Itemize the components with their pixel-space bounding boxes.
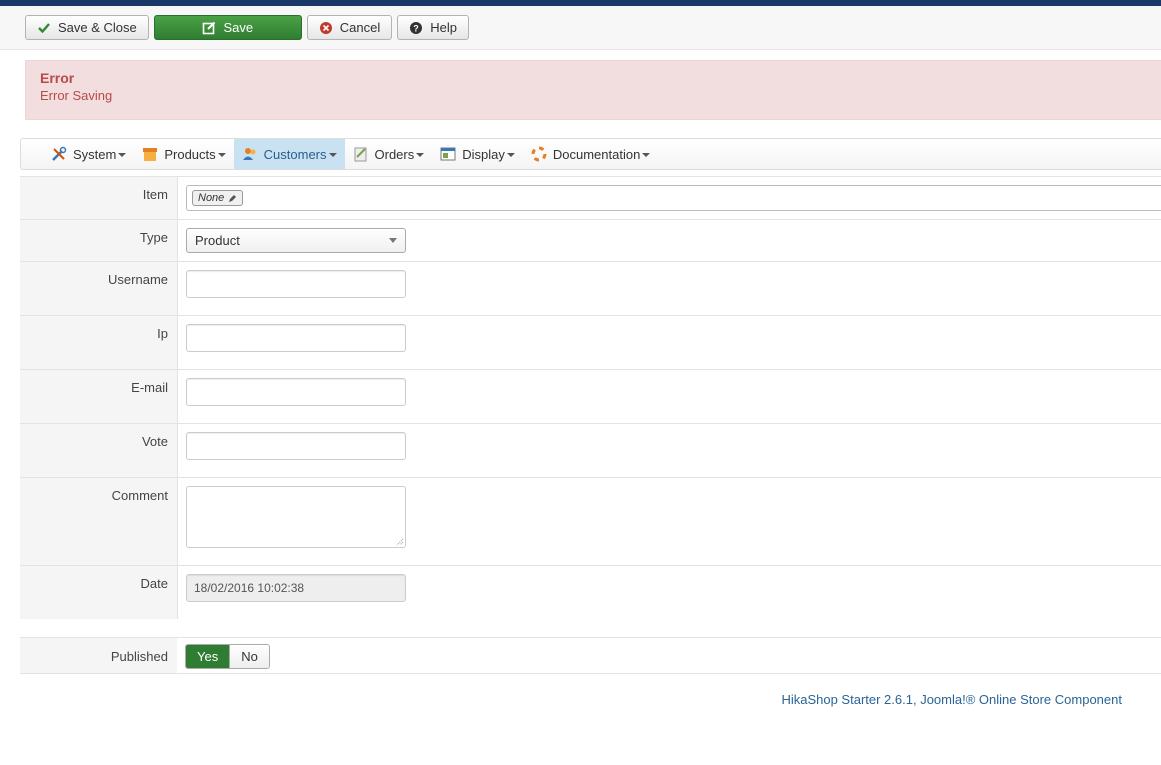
email-label: E-mail [20, 370, 177, 423]
footer-link[interactable]: HikaShop Starter 2.6.1, Joomla!® Online … [781, 692, 1122, 707]
comment-field-cell [177, 478, 1161, 565]
comment-textarea[interactable] [186, 486, 406, 548]
type-value: Product [195, 233, 240, 248]
cancel-button[interactable]: Cancel [306, 15, 393, 40]
chevron-down-icon [416, 152, 425, 157]
menu-item-display[interactable]: Display [432, 139, 523, 169]
menu-item-products[interactable]: Products [134, 139, 233, 169]
email-input[interactable] [186, 378, 406, 406]
orders-icon [354, 147, 367, 162]
comment-row: Comment [20, 477, 1161, 565]
published-yes-button[interactable]: Yes [186, 645, 230, 668]
display-icon [440, 147, 456, 161]
alert-message: Error Saving [40, 88, 113, 103]
date-input: 18/02/2016 10:02:38 [186, 574, 406, 602]
ip-label: Ip [20, 316, 177, 369]
username-row: Username [20, 261, 1161, 315]
alert-title: Error [40, 70, 75, 86]
published-toggle: Yes No [185, 644, 270, 669]
save-close-label: Save & Close [58, 20, 137, 35]
cancel-icon [319, 21, 332, 34]
date-field-cell: 18/02/2016 10:02:38 [177, 566, 1161, 619]
resize-handle-icon[interactable] [394, 536, 404, 546]
menu-item-system[interactable]: System [43, 139, 134, 169]
chevron-down-icon [118, 152, 127, 157]
save-button[interactable]: Save [153, 15, 302, 40]
help-label: Help [430, 20, 457, 35]
cancel-label: Cancel [339, 20, 381, 35]
item-field[interactable]: None [186, 185, 1161, 211]
save-label: Save [223, 20, 254, 35]
vote-row: Vote [20, 423, 1161, 477]
published-field-cell: Yes No [177, 638, 1161, 673]
help-icon: ? [410, 21, 423, 34]
item-field-cell: None [177, 177, 1161, 219]
menu-label-display: Display [462, 146, 505, 162]
review-form: Item None Type Product Username Ip E-mai… [20, 176, 1161, 674]
ip-input[interactable] [186, 324, 406, 352]
vote-input[interactable] [186, 432, 406, 460]
type-field-cell: Product [177, 220, 1161, 261]
published-label: Published [20, 638, 177, 673]
type-select[interactable]: Product [186, 228, 406, 253]
ip-row: Ip [20, 315, 1161, 369]
comment-label: Comment [20, 478, 177, 565]
check-icon [38, 22, 50, 33]
chevron-down-icon [217, 152, 226, 157]
main-menu: System Products Customers Orders Display… [20, 138, 1161, 170]
published-row: Published Yes No [20, 637, 1161, 674]
email-row: E-mail [20, 369, 1161, 423]
edit-icon [203, 21, 216, 34]
users-icon [242, 148, 256, 160]
date-row: Date 18/02/2016 10:02:38 [20, 565, 1161, 619]
save-close-button[interactable]: Save & Close [25, 15, 149, 40]
username-label: Username [20, 262, 177, 315]
date-label: Date [20, 566, 177, 619]
username-input[interactable] [186, 270, 406, 298]
menu-label-orders: Orders [374, 146, 415, 162]
menu-label-customers: Customers [263, 146, 327, 162]
chevron-down-icon [389, 238, 397, 243]
chevron-down-icon [642, 152, 651, 157]
item-selector[interactable]: None [192, 190, 244, 206]
chevron-down-icon [506, 152, 515, 157]
menu-label-documentation: Documentation [552, 146, 641, 162]
toolbar: Save & Close Save Cancel ? Help [0, 6, 1161, 50]
tools-icon [52, 146, 67, 161]
type-row: Type Product [20, 219, 1161, 261]
help-button[interactable]: ? Help [397, 15, 469, 40]
username-field-cell [177, 262, 1161, 315]
type-label: Type [20, 220, 177, 261]
lifebuoy-icon [531, 146, 547, 162]
item-value: None [198, 192, 225, 204]
vote-field-cell [177, 424, 1161, 477]
box-icon [143, 148, 158, 161]
ip-field-cell [177, 316, 1161, 369]
menu-item-documentation[interactable]: Documentation [523, 139, 658, 169]
vote-label: Vote [20, 424, 177, 477]
menu-item-orders[interactable]: Orders [345, 139, 433, 169]
menu-item-customers[interactable]: Customers [233, 139, 345, 169]
email-field-cell [177, 370, 1161, 423]
item-row: Item None [20, 176, 1161, 219]
menu-label-system: System [73, 146, 117, 162]
chevron-down-icon [328, 152, 337, 157]
pencil-icon [229, 194, 237, 202]
menu-label-products: Products [164, 146, 216, 162]
item-label: Item [20, 177, 177, 219]
error-alert: Error Error Saving [25, 60, 1161, 120]
svg-text:?: ? [413, 23, 419, 33]
published-no-button[interactable]: No [229, 645, 269, 668]
